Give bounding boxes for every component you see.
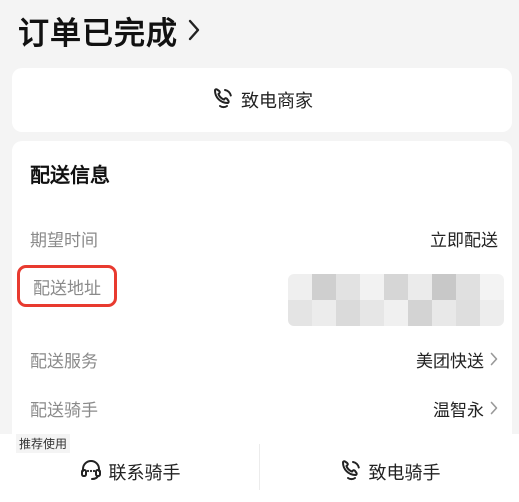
call-rider-button[interactable]: 致电骑手 bbox=[260, 434, 519, 502]
delivery-rider-row[interactable]: 配送骑手 温智永 bbox=[30, 393, 498, 423]
redacted-address-mosaic bbox=[288, 274, 504, 326]
delivery-address-label: 配送地址 bbox=[33, 278, 101, 299]
call-merchant-button[interactable]: 致电商家 bbox=[12, 68, 512, 132]
phone-icon bbox=[211, 86, 235, 114]
expected-time-value: 立即配送 bbox=[430, 230, 498, 251]
expected-time-label: 期望时间 bbox=[30, 230, 98, 251]
section-title: 配送信息 bbox=[30, 163, 110, 187]
phone-icon bbox=[339, 458, 363, 486]
chevron-right-icon bbox=[188, 19, 200, 41]
delivery-service-row[interactable]: 配送服务 美团快送 bbox=[30, 344, 498, 374]
chevron-right-icon bbox=[490, 401, 498, 415]
delivery-rider-value: 温智永 bbox=[433, 400, 484, 421]
contact-rider-label: 联系骑手 bbox=[108, 463, 181, 484]
recommend-badge: 推荐使用 bbox=[16, 434, 71, 453]
headset-icon bbox=[79, 458, 103, 486]
call-merchant-label: 致电商家 bbox=[241, 91, 313, 112]
delivery-service-label: 配送服务 bbox=[30, 351, 98, 372]
rider-action-bar: 联系骑手 致电骑手 bbox=[0, 434, 519, 502]
delivery-address-label-highlighted: 配送地址 bbox=[17, 265, 117, 307]
order-status-header[interactable]: 订单已完成 bbox=[18, 8, 200, 52]
delivery-rider-label: 配送骑手 bbox=[30, 400, 98, 421]
page-title: 订单已完成 bbox=[18, 15, 178, 52]
call-rider-label: 致电骑手 bbox=[368, 463, 441, 484]
chevron-right-icon bbox=[490, 352, 498, 366]
expected-time-row: 期望时间 立即配送 bbox=[30, 223, 498, 253]
delivery-service-value: 美团快送 bbox=[416, 351, 484, 372]
